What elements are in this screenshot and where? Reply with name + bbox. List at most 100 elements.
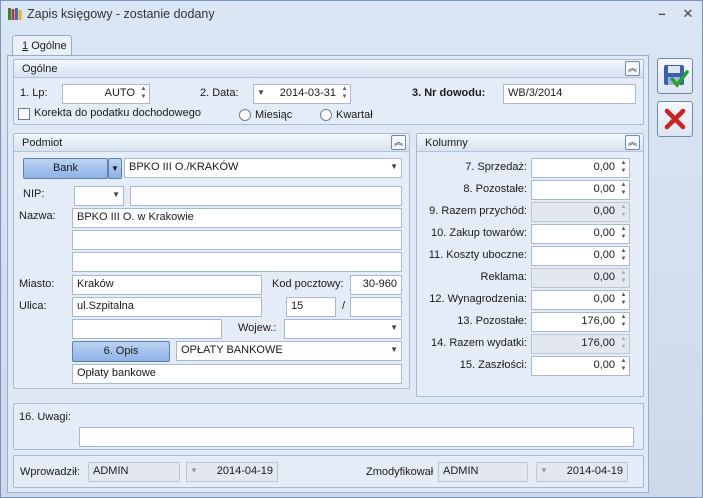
column-value-input: 0,00 ▲ ▼ <box>531 202 630 222</box>
collapse-icon[interactable]: ︽ <box>625 135 640 150</box>
collapse-icon[interactable]: ︽ <box>391 135 406 150</box>
column-label: 8. Pozostałe: <box>463 183 527 195</box>
province-select[interactable]: ▼ <box>284 319 402 339</box>
chevron-down-icon: ▼ <box>190 466 198 475</box>
spin-icon[interactable]: ▲ ▼ <box>619 313 628 331</box>
radio-month[interactable] <box>239 109 251 121</box>
column-label: 9. Razem przychód: <box>429 205 527 217</box>
entered-by-input: ADMIN <box>88 462 180 482</box>
notes-input[interactable] <box>79 427 634 447</box>
province-label: Wojew.: <box>238 322 277 334</box>
subject-value: BPKO III O./KRAKÓW <box>129 161 239 173</box>
group-title: Ogólne <box>22 63 58 75</box>
title-bar: Zapis księgowy - zostanie dodany – ✕ <box>1 1 702 29</box>
subject-select[interactable]: BPKO III O./KRAKÓW ▼ <box>124 158 402 178</box>
column-value: 0,00 <box>593 161 615 173</box>
spin-icon[interactable]: ▲ ▼ <box>340 85 349 103</box>
description-select[interactable]: OPŁATY BANKOWE ▼ <box>176 341 402 361</box>
correction-label: Korekta do podatku dochodowego <box>34 107 201 119</box>
chevron-down-icon[interactable]: ▼ <box>257 88 265 97</box>
name-value-1: BPKO III O. w Krakowie <box>77 211 194 223</box>
close-icon[interactable]: ✕ <box>679 6 697 22</box>
house-number-input[interactable]: 15 <box>286 297 336 317</box>
city-input[interactable]: Kraków <box>72 275 262 295</box>
group-subject: Podmiot ︽ Bank ▼ BPKO III O./KRAKÓW ▼ NI… <box>13 133 410 389</box>
column-value-input[interactable]: 0,00 ▲ ▼ <box>531 246 630 266</box>
street-label: Ulica: <box>19 300 47 312</box>
lp-input[interactable]: AUTO ▲ ▼ <box>62 84 150 104</box>
date-input[interactable]: ▼ 2014-03-31 ▲ ▼ <box>253 84 351 104</box>
minimize-icon[interactable]: – <box>653 6 671 22</box>
entered-date-input: ▼ 2014-04-19 <box>186 462 278 482</box>
doc-number-input[interactable]: WB/3/2014 <box>503 84 636 104</box>
spin-icon: ▲ ▼ <box>620 270 627 284</box>
entered-by-value: ADMIN <box>93 465 129 477</box>
slash-separator: / <box>342 300 346 312</box>
spin-icon[interactable]: ▲ ▼ <box>619 159 628 177</box>
column-value: 0,00 <box>593 271 615 283</box>
name-input-1[interactable]: BPKO III O. w Krakowie <box>72 208 402 228</box>
chevron-down-icon[interactable]: ▼ <box>390 162 398 171</box>
column-value: 0,00 <box>593 293 615 305</box>
tab-panel: Ogólne ︽ 1. Lp: AUTO ▲ ▼ 2. Data: ▼ 2014-… <box>7 55 649 493</box>
tab-label: Ogólne <box>31 40 67 52</box>
column-value-input[interactable]: 0,00 ▲ ▼ <box>531 158 630 178</box>
spin-icon[interactable]: ▲ ▼ <box>619 247 628 265</box>
chevron-down-icon[interactable]: ▼ <box>112 190 120 199</box>
chevron-down-icon[interactable]: ▼ <box>390 345 398 354</box>
save-button[interactable] <box>657 58 693 94</box>
column-value-input: 176,00 ▲ ▼ <box>531 334 630 354</box>
column-value-input: 0,00 ▲ ▼ <box>531 268 630 288</box>
correction-checkbox[interactable] <box>18 108 30 120</box>
group-header: Ogólne ︽ <box>14 60 643 78</box>
lp-value: AUTO <box>104 87 135 99</box>
nip-input[interactable] <box>130 186 402 206</box>
column-value: 0,00 <box>593 359 615 371</box>
column-value-input[interactable]: 0,00 ▲ ▼ <box>531 356 630 376</box>
description-input[interactable]: Opłaty bankowe <box>72 364 402 384</box>
street-input[interactable]: ul.Szpitalna <box>72 297 262 317</box>
modified-by-label: Zmodyfikował <box>366 466 434 478</box>
column-value-input[interactable]: 176,00 ▲ ▼ <box>531 312 630 332</box>
chevron-down-icon[interactable]: ▼ <box>108 158 122 179</box>
subject-type-button[interactable]: Bank <box>23 158 108 179</box>
address-extra-input[interactable] <box>72 319 222 339</box>
spin-icon[interactable]: ▲ ▼ <box>619 291 628 309</box>
nip-prefix-select[interactable]: ▼ <box>74 186 124 206</box>
spin-icon[interactable]: ▲ ▼ <box>619 357 628 375</box>
name-input-2[interactable] <box>72 230 402 250</box>
spin-icon[interactable]: ▲ ▼ <box>139 85 148 103</box>
column-value-input[interactable]: 0,00 ▲ ▼ <box>531 290 630 310</box>
column-label: 14. Razem wydatki: <box>431 337 527 349</box>
tab-general[interactable]: 1 Ogólne <box>12 35 72 56</box>
name-input-3[interactable] <box>72 252 402 272</box>
chevron-down-icon[interactable]: ▼ <box>390 323 398 332</box>
nip-label: NIP: <box>23 188 45 200</box>
collapse-icon[interactable]: ︽ <box>625 61 640 76</box>
group-title: Podmiot <box>22 137 63 149</box>
description-select-value: OPŁATY BANKOWE <box>181 344 283 356</box>
column-label: 15. Zaszłości: <box>459 359 527 371</box>
column-value-input[interactable]: 0,00 ▲ ▼ <box>531 180 630 200</box>
cancel-button[interactable] <box>657 101 693 137</box>
spin-icon[interactable]: ▲ ▼ <box>619 181 628 199</box>
modified-date-value: 2014-04-19 <box>566 465 623 477</box>
radio-quarter-label: Kwartał <box>336 109 373 121</box>
date-label: 2. Data: <box>200 87 239 99</box>
house-number-value: 15 <box>291 300 304 312</box>
postal-input[interactable]: 30-960 <box>350 275 402 295</box>
column-value: 0,00 <box>593 205 615 217</box>
name-label: Nazwa: <box>19 210 56 222</box>
description-button[interactable]: 6. Opis <box>72 341 170 362</box>
radio-quarter[interactable] <box>320 109 332 121</box>
group-footer: Wprowadził: ADMIN ▼ 2014-04-19 Zmodyfiko… <box>13 455 644 488</box>
radio-month-label: Miesiąc <box>255 109 293 121</box>
column-value-input[interactable]: 0,00 ▲ ▼ <box>531 224 630 244</box>
modified-date-input: ▼ 2014-04-19 <box>536 462 628 482</box>
flat-number-input[interactable] <box>350 297 402 317</box>
modified-by-input: ADMIN <box>438 462 528 482</box>
spin-icon[interactable]: ▲ ▼ <box>619 225 628 243</box>
save-disk-check-icon <box>664 65 689 88</box>
column-label: Reklama: <box>480 271 527 283</box>
group-header: Podmiot ︽ <box>14 134 409 152</box>
